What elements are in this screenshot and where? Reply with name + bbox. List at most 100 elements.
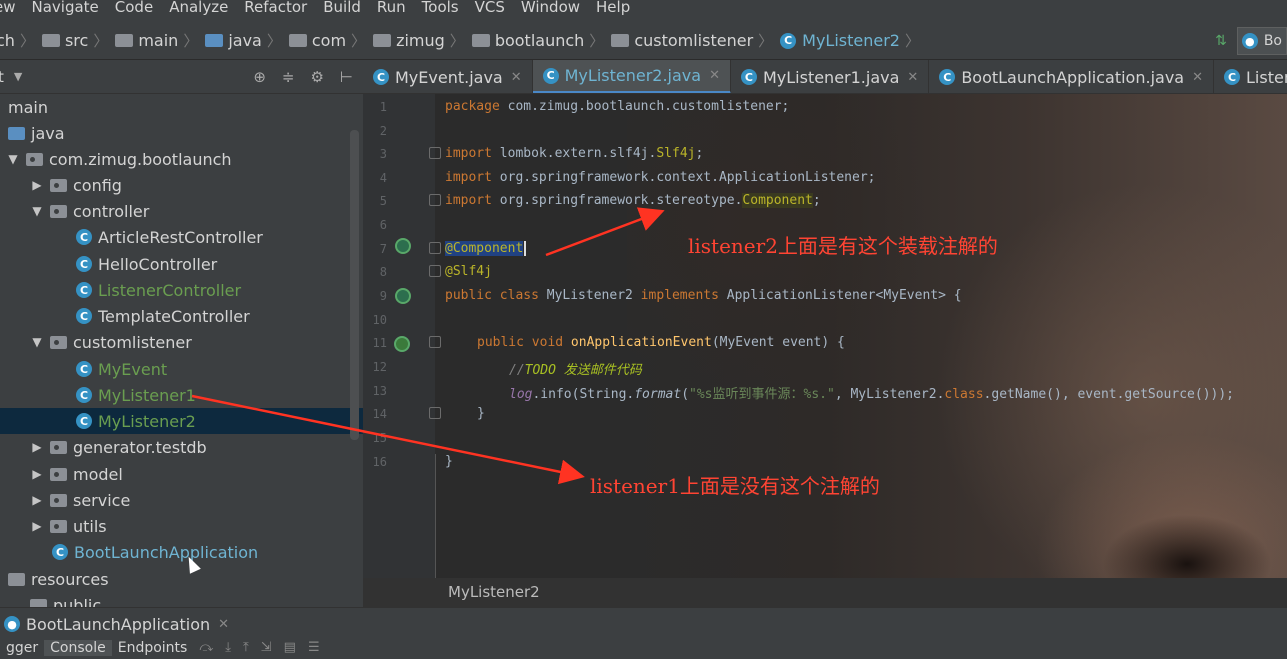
fold-marker-icon[interactable] [429,242,441,254]
collapsed-arrow-icon[interactable]: ▶ [30,519,44,533]
collapsed-arrow-icon[interactable]: ▶ [30,440,44,454]
tree-item-main[interactable]: main [0,94,363,120]
fold-marker-icon[interactable] [429,336,441,348]
class-icon: C [76,387,92,403]
tab-bootlaunchapplication[interactable]: C BootLaunchApplication.java ✕ [929,60,1214,93]
tab-console[interactable]: Console [44,640,112,656]
fold-marker-icon[interactable] [429,265,441,277]
run-tab-bootlaunchapplication[interactable]: ● BootLaunchApplication ✕ [4,615,229,634]
package-icon [50,519,67,533]
code-line-16: } [445,454,453,469]
implements-method-icon[interactable] [394,336,410,352]
tree-item-controller[interactable]: ▼ controller [0,198,363,224]
tab-mylistener1[interactable]: C MyListener1.java ✕ [731,60,930,93]
code-line-7: @Component [445,241,527,256]
tree-item-config[interactable]: ▶ config [0,172,363,198]
gear-icon[interactable]: ⚙ [310,68,323,86]
evaluate-icon[interactable]: ▤ [278,640,302,655]
vcs-update-icon[interactable]: ⇅ [1215,33,1227,49]
step-out-icon[interactable]: ⤒ [237,640,255,655]
tree-item-model[interactable]: ▶ model [0,461,363,487]
tree-item-public[interactable]: public [0,592,363,607]
menu-vcs[interactable]: VCS [467,0,513,16]
project-view-select[interactable]: t [0,68,4,86]
expanded-arrow-icon[interactable]: ▼ [30,335,44,349]
tree-item-customlistener[interactable]: ▼ customlistener [0,329,363,355]
tree-item-templatecontroller[interactable]: C TemplateController [0,303,363,329]
menu-run[interactable]: Run [369,0,414,16]
tree-item-listenercontroller[interactable]: C ListenerController [0,277,363,303]
fold-marker-icon[interactable] [429,147,441,159]
dropdown-arrow-icon[interactable]: ▼ [14,70,22,83]
crumb-com[interactable]: com 〉 [288,30,373,51]
crumb-mylistener2[interactable]: C MyListener2 〉 [780,30,927,51]
tab-myevent[interactable]: C MyEvent.java ✕ [363,60,533,93]
tree-item-resources[interactable]: resources [0,566,363,592]
spring-bean-icon[interactable] [395,238,411,254]
source-folder-icon [205,34,224,47]
menu-tools[interactable]: Tools [414,0,467,16]
close-icon[interactable]: ✕ [907,70,918,85]
tree-label: java [31,123,65,143]
menu-bar: ew Navigate Code Analyze Refactor Build … [0,0,1287,22]
tree-item-service[interactable]: ▶ service [0,487,363,513]
close-icon[interactable]: ✕ [218,617,229,632]
menu-analyze[interactable]: Analyze [161,0,236,16]
crumb-customlistener[interactable]: customlistener 〉 [611,30,780,51]
fold-marker-icon[interactable] [429,407,441,419]
tab-debugger[interactable]: gger [0,640,44,656]
fold-marker-icon[interactable] [429,194,441,206]
collapsed-arrow-icon[interactable]: ▶ [30,178,44,192]
tab-label: MyListener1.java [762,67,900,87]
collapse-all-icon[interactable]: ≑ [282,68,295,86]
close-icon[interactable]: ✕ [709,68,720,83]
run-to-cursor-icon[interactable]: ⇲ [255,640,278,655]
tree-item-utils[interactable]: ▶ utils [0,513,363,539]
menu-refactor[interactable]: Refactor [236,0,315,16]
menu-build[interactable]: Build [315,0,369,16]
menu-code[interactable]: Code [107,0,161,16]
project-scrollbar[interactable] [350,130,359,440]
crumb-zimug[interactable]: zimug 〉 [373,30,472,51]
tree-item-generator-testdb[interactable]: ▶ generator.testdb [0,434,363,460]
close-icon[interactable]: ✕ [511,70,522,85]
expanded-arrow-icon[interactable]: ▼ [6,152,20,166]
tree-item-hellocontroller[interactable]: C HelloController [0,251,363,277]
spring-bean-icon[interactable] [395,288,411,304]
step-into-icon[interactable]: ⤓ [219,640,237,655]
crumb-project[interactable]: ch 〉 [0,30,42,51]
crumb-main[interactable]: main 〉 [115,30,205,51]
close-icon[interactable]: ✕ [1192,70,1203,85]
tab-listenercontroller[interactable]: C ListenerContr [1214,60,1287,93]
collapsed-arrow-icon[interactable]: ▶ [30,467,44,481]
menu-help[interactable]: Help [588,0,638,16]
tree-item-package-root[interactable]: ▼ com.zimug.bootlaunch [0,146,363,172]
tab-mylistener2[interactable]: C MyListener2.java ✕ [532,60,731,93]
tree-item-mylistener2[interactable]: C MyListener2 [0,408,363,434]
collapsed-arrow-icon[interactable]: ▶ [30,493,44,507]
editor-breadcrumb-class[interactable]: MyListener2 [448,583,540,601]
code-editor[interactable]: 1 2 3 4 5 6 7 8 9 10 11 12 13 14 15 16 p… [363,94,1287,578]
settings-icon[interactable]: ☰ [302,640,326,655]
tree-item-myevent[interactable]: C MyEvent [0,356,363,382]
tree-item-bootlaunchapplication[interactable]: C BootLaunchApplication [0,539,363,565]
menu-navigate[interactable]: Navigate [24,0,107,16]
tree-item-articlerestcontroller[interactable]: C ArticleRestController [0,224,363,250]
tree-label: ArticleRestController [98,227,263,247]
tree-label: service [73,490,131,510]
crumb-src[interactable]: src 〉 [41,30,115,51]
menu-window[interactable]: Window [513,0,588,16]
tree-item-mylistener1[interactable]: C MyListener1 [0,382,363,408]
hide-panel-icon[interactable]: ⊢ [340,68,353,86]
folder-icon [41,34,60,47]
crumb-java[interactable]: java 〉 [205,30,289,51]
step-over-icon[interactable]: ⤼ [193,640,219,655]
run-configuration-select[interactable]: ● Bo [1236,27,1287,55]
tab-endpoints[interactable]: Endpoints [112,640,194,656]
menu-view[interactable]: ew [0,0,24,16]
locate-icon[interactable]: ⊕ [253,68,266,86]
tree-item-java[interactable]: java [0,120,363,146]
expanded-arrow-icon[interactable]: ▼ [30,204,44,218]
line-number: 12 [372,360,387,374]
crumb-bootlaunch[interactable]: bootlaunch 〉 [471,30,612,51]
